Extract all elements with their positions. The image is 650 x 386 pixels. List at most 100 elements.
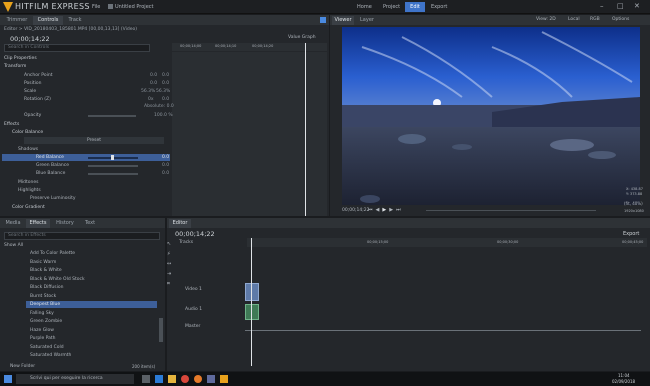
step-back-icon[interactable]: ⏮ (368, 207, 373, 213)
nav-export[interactable]: Export (431, 4, 447, 10)
red-balance-handle[interactable] (111, 155, 114, 160)
step-forward-icon[interactable]: ⏭ (396, 207, 401, 213)
panel-close-icon[interactable] (320, 17, 326, 23)
view-mode-dropdown[interactable]: View: 2D (536, 17, 556, 22)
minimize-button[interactable]: – (600, 2, 604, 10)
controls-timecode[interactable]: 00;00;14;22 (10, 35, 50, 43)
export-button[interactable]: Export (623, 231, 639, 237)
start-icon[interactable] (4, 375, 12, 383)
menu-project-name[interactable]: Untitled Project (115, 4, 153, 10)
timeline-playhead[interactable] (251, 238, 252, 366)
value-graph-button[interactable]: Value Graph (288, 35, 316, 40)
explorer-icon[interactable] (168, 375, 176, 383)
blue-balance-slider[interactable] (88, 173, 138, 175)
search-controls-input[interactable]: Search in Controls (4, 44, 150, 52)
show-filter[interactable]: Show All (4, 243, 23, 248)
effect-item[interactable]: Green Zombie (30, 318, 62, 325)
scale-y[interactable]: 56.3% (156, 89, 170, 94)
nav-home[interactable]: Home (357, 4, 372, 10)
preset-dropdown[interactable]: Preset (24, 137, 164, 144)
select-tool-icon[interactable]: ↖ (167, 241, 174, 247)
effects-group[interactable]: Effects (4, 121, 19, 128)
opacity-value[interactable]: 100.0 % (154, 113, 173, 118)
tab-layer[interactable]: Layer (356, 16, 378, 25)
local-dropdown[interactable]: Local (568, 17, 580, 22)
options-dropdown[interactable]: Options (612, 17, 629, 22)
effect-item[interactable]: Saturated Warmth (30, 352, 71, 359)
tab-controls[interactable]: Controls (33, 16, 63, 25)
prev-frame-icon[interactable]: ◀ (376, 207, 380, 213)
audio-clip[interactable] (245, 304, 259, 320)
anchor-y[interactable]: 0.0 (162, 73, 169, 78)
hitfilm-taskbar-icon[interactable] (220, 375, 228, 383)
tab-text[interactable]: Text (80, 219, 100, 228)
store-icon[interactable] (207, 375, 215, 383)
firefox-icon[interactable] (194, 375, 202, 383)
tab-effects[interactable]: Effects (26, 219, 50, 228)
position-y[interactable]: 0.0 (162, 81, 169, 86)
effect-item[interactable]: Deepest Blue (30, 301, 60, 308)
tab-viewer[interactable]: Viewer (332, 16, 354, 25)
tab-trimmer[interactable]: Trimmer (2, 16, 32, 25)
transform-group[interactable]: Transform (4, 63, 26, 70)
viewer-timecode[interactable]: 00;00;14;22 (342, 208, 369, 213)
zoom-dropdown[interactable]: (fit, 40%) (624, 201, 643, 206)
effect-item[interactable]: Black Diffusion (30, 284, 63, 291)
effects-scrollbar[interactable] (159, 318, 163, 342)
green-balance-slider[interactable] (88, 165, 138, 167)
effect-item[interactable]: Add To Color Palette (30, 250, 75, 257)
chrome-icon[interactable] (181, 375, 189, 383)
playback-controls[interactable]: ⏮ ◀ ▶ ▶ ⏭ (368, 207, 424, 213)
edge-icon[interactable] (155, 375, 163, 383)
close-button[interactable]: ✕ (634, 2, 640, 10)
playhead[interactable] (305, 43, 306, 216)
anchor-x[interactable]: 0.0 (150, 73, 157, 78)
snap-tool-icon[interactable]: ⌗ (167, 281, 174, 287)
opacity-slider[interactable] (88, 115, 136, 117)
effect-item[interactable]: Falling Sky (30, 310, 54, 317)
rotation-degrees[interactable]: 0.0 (162, 97, 169, 102)
task-view-icon[interactable] (142, 375, 150, 383)
position-x[interactable]: 0.0 (150, 81, 157, 86)
effect-item[interactable]: Purple Path (30, 335, 56, 342)
taskbar-search-input[interactable]: Scrivi qui per eseguire la ricerca (16, 374, 134, 384)
effect-item[interactable]: Saturated Cold (30, 344, 64, 351)
editor-timecode[interactable]: 00;00;14;22 (175, 230, 215, 238)
red-balance-value[interactable]: 0.0 (162, 155, 169, 160)
color-balance-effect[interactable]: Color Balance (12, 129, 43, 136)
shadows-group[interactable]: Shadows (18, 146, 38, 153)
rotation-turns[interactable]: 0x (148, 97, 154, 102)
effect-item[interactable]: Burnt Stock (30, 293, 56, 300)
slice-tool-icon[interactable]: ⚡ (167, 251, 174, 257)
search-effects-input[interactable]: Search in Effects (4, 232, 160, 240)
video-clip[interactable] (245, 283, 259, 301)
play-icon[interactable]: ▶ (382, 207, 386, 213)
slip-tool-icon[interactable]: ↔ (167, 261, 174, 267)
effect-item[interactable]: Basic Warm (30, 259, 56, 266)
tab-history[interactable]: History (52, 219, 78, 228)
maximize-button[interactable]: □ (617, 2, 624, 10)
rgb-dropdown[interactable]: RGB (590, 17, 600, 22)
next-frame-icon[interactable]: ▶ (389, 207, 393, 213)
red-balance-row[interactable] (2, 154, 170, 161)
color-gradient-effect[interactable]: Color Gradient (12, 204, 45, 211)
ripple-tool-icon[interactable]: ⇥ (167, 271, 174, 277)
tab-editor[interactable]: Editor (169, 219, 191, 228)
nav-edit[interactable]: Edit (405, 2, 425, 12)
blue-balance-value[interactable]: 0.0 (162, 171, 169, 176)
tab-media[interactable]: Media (2, 219, 24, 228)
midtones-group[interactable]: Midtones (18, 179, 38, 186)
menu-file[interactable]: File (92, 4, 100, 10)
clip-properties[interactable]: Clip Properties (4, 55, 37, 62)
viewer-scrubber[interactable] (426, 210, 596, 211)
effect-item[interactable]: Black & White Old Stock (30, 276, 85, 283)
effect-item[interactable]: Black & White (30, 267, 62, 274)
green-balance-value[interactable]: 0.0 (162, 163, 169, 168)
new-folder-button[interactable]: New Folder (10, 364, 35, 369)
effect-item[interactable]: Haze Glow (30, 327, 54, 334)
highlights-group[interactable]: Highlights (18, 187, 41, 194)
preserve-luminosity[interactable]: Preserve Luminosity (30, 195, 76, 202)
tab-track[interactable]: Track (64, 16, 86, 25)
scale-x[interactable]: 56.3% (141, 89, 155, 94)
nav-project[interactable]: Project (383, 4, 400, 10)
